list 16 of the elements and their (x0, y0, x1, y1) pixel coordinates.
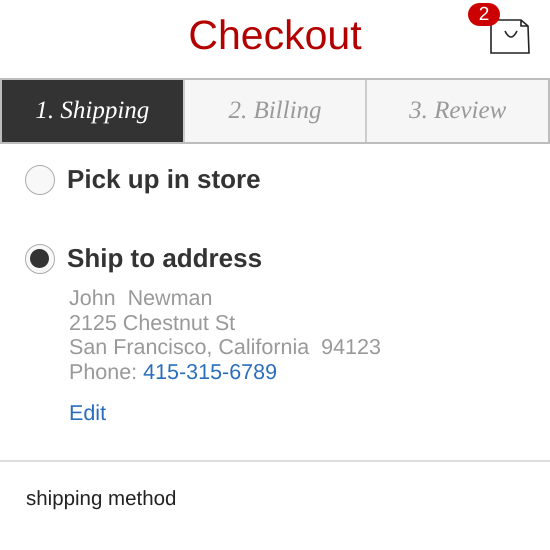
cart-count-badge: 2 (468, 3, 500, 26)
address-line: John Newman (69, 286, 214, 310)
phone-label: Phone: (69, 360, 138, 384)
phone-link[interactable]: 415-315-6789 (143, 360, 278, 384)
option-label[interactable]: Ship to address (67, 239, 262, 278)
radio-button[interactable] (25, 244, 55, 274)
section-heading: shipping method (25, 486, 178, 512)
address-line: 2125 Chestnut St (69, 310, 236, 335)
option-label[interactable]: Pick up in store (67, 160, 261, 199)
edit-link[interactable]: Edit (69, 401, 106, 425)
address-line: San Francisco, California 94123 (69, 335, 382, 360)
page-title: Checkout (188, 11, 362, 56)
step-tab[interactable]: 1. Shipping (2, 80, 185, 142)
step-tab[interactable]: 2. Billing (184, 80, 368, 142)
step-tab[interactable]: 3. Review (367, 80, 548, 142)
radio-button[interactable] (25, 164, 55, 194)
